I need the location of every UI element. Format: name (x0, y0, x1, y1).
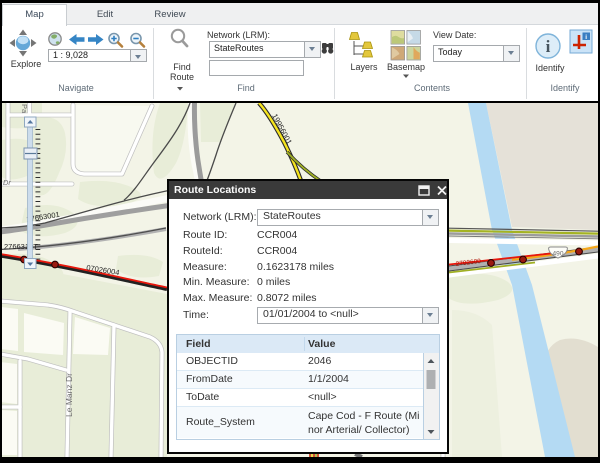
svg-text:490: 490 (552, 251, 563, 258)
svg-text:i: i (546, 37, 551, 56)
svg-text:Dr: Dr (3, 178, 11, 187)
svg-text:i: i (585, 34, 587, 41)
svg-text:2766310T: 2766310T (4, 242, 38, 251)
svg-text:Pa: Pa (20, 104, 29, 114)
svg-text:Le Manz Dr: Le Manz Dr (64, 373, 74, 417)
